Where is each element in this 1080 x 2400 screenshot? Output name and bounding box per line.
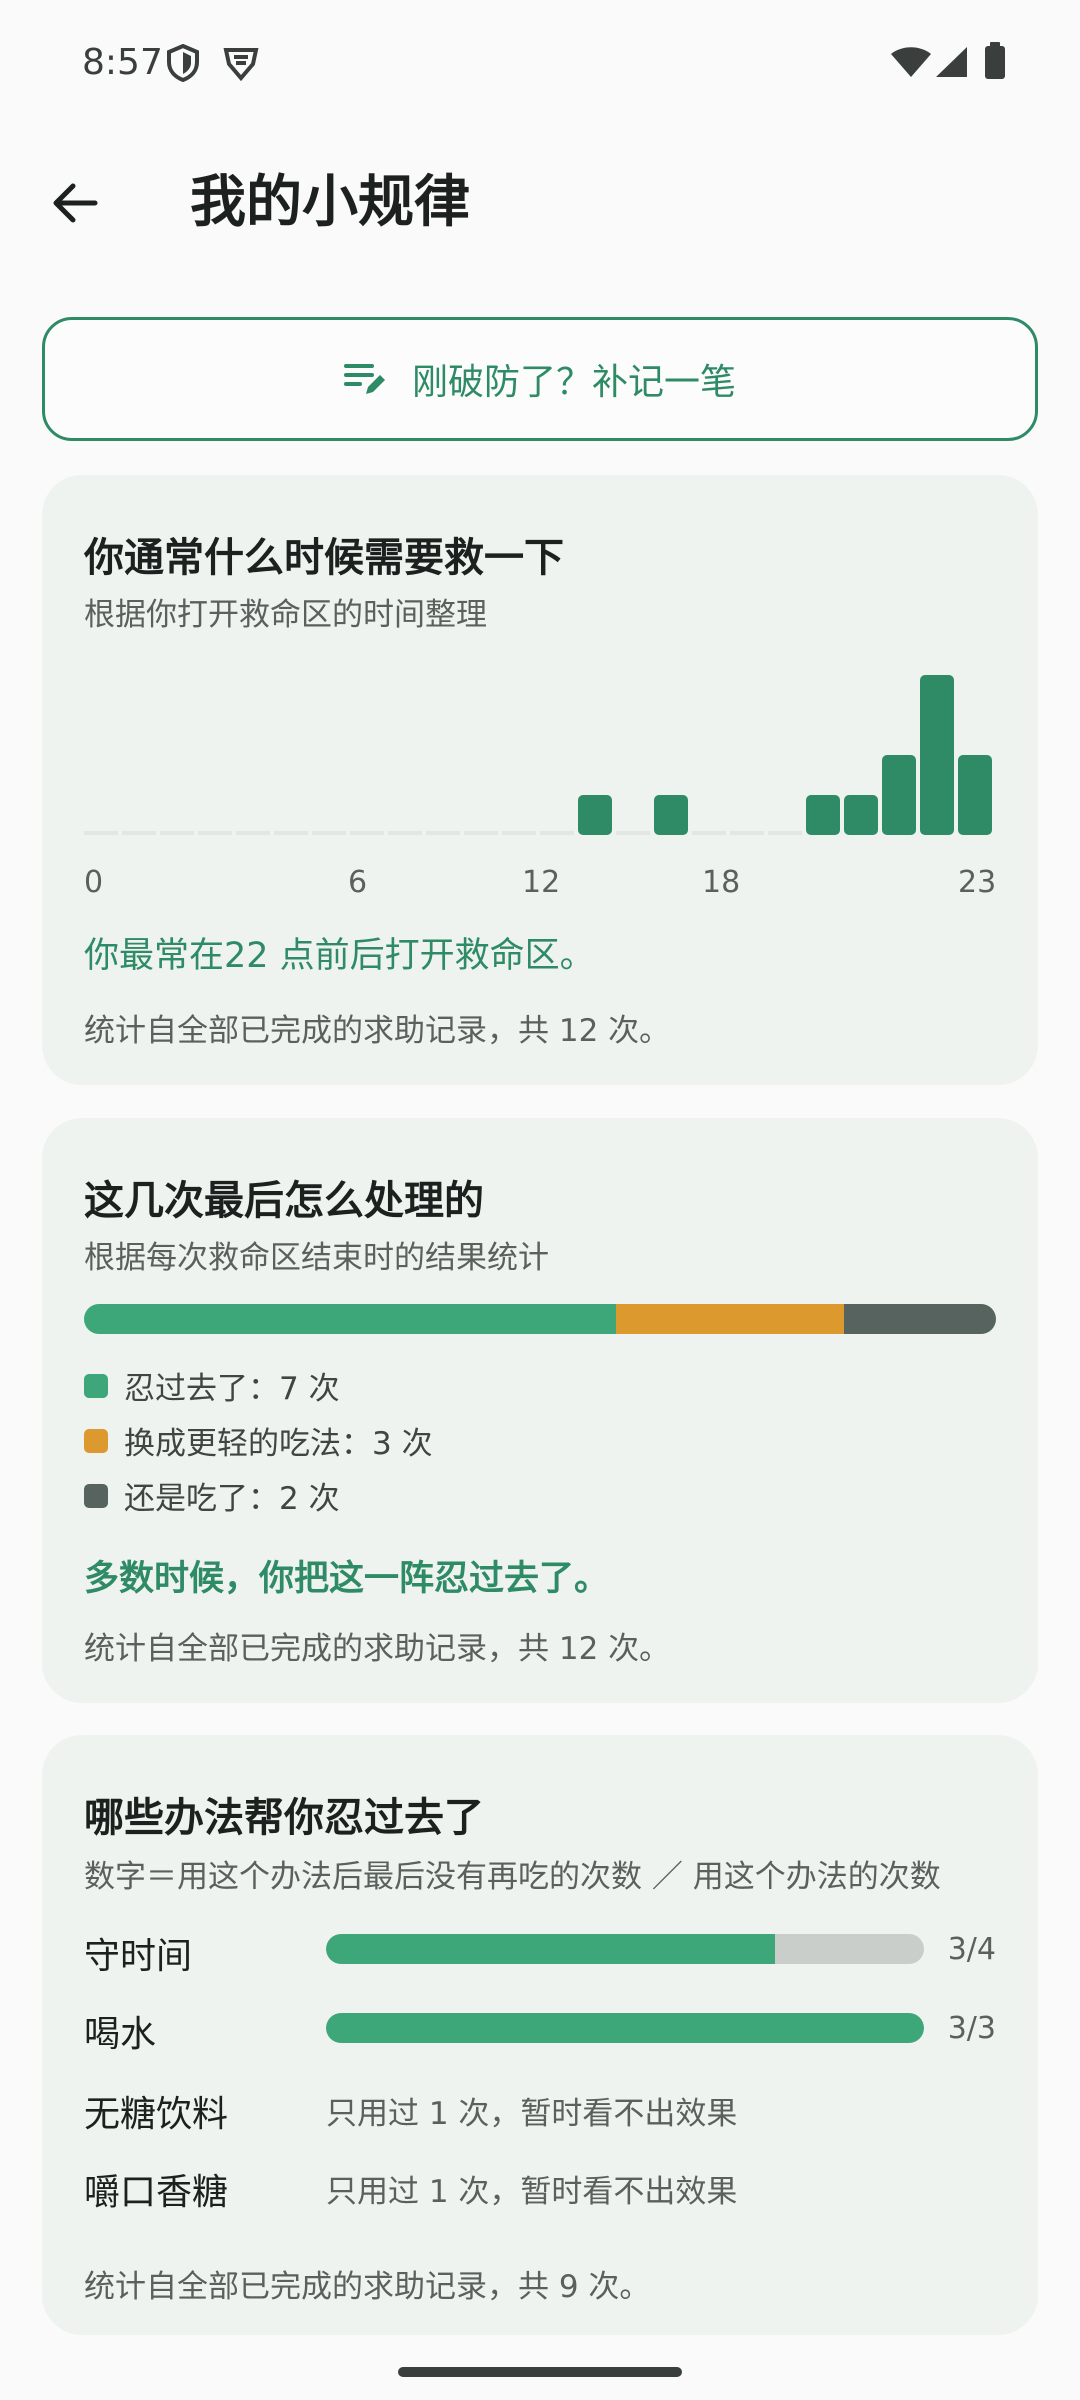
method-note: 只用过 1 次，暂时看不出效果 <box>326 2174 738 2210</box>
card-subtitle: 根据每次救命区结束时的结果统计 <box>84 1240 549 1276</box>
hour-bar-empty <box>84 831 118 835</box>
hourly-bar-chart <box>84 675 996 835</box>
legend-item-endured: 忍过去了：7 次 <box>84 1363 340 1408</box>
hour-bar-empty <box>350 831 384 835</box>
hour-bar-empty <box>122 831 156 835</box>
method-ratio: 3/3 <box>947 2011 996 2046</box>
legend-label: 还是吃了：2 次 <box>124 1481 340 1517</box>
hour-bar-empty <box>616 831 650 835</box>
method-success-bar <box>326 2013 924 2043</box>
hour-bar <box>806 795 840 835</box>
x-tick-label: 6 <box>348 865 368 900</box>
hour-bar-empty <box>730 831 764 835</box>
hour-bar-empty <box>312 831 346 835</box>
method-name: 无糖饮料 <box>84 2094 229 2135</box>
time-pattern-card: 你通常什么时候需要救一下 根据你打开救命区的时间整理 0 6 12 18 23 … <box>42 475 1038 1085</box>
hour-bar-empty <box>692 831 726 835</box>
method-ratio: 3/4 <box>947 1932 996 1967</box>
x-tick-label: 23 <box>958 865 997 900</box>
method-success-fill <box>326 2013 924 2043</box>
card-footnote: 统计自全部已完成的求助记录，共 12 次。 <box>84 1631 671 1667</box>
card-title: 哪些办法帮你忍过去了 <box>84 1795 484 1841</box>
hour-bar <box>920 675 954 835</box>
hour-bar-empty <box>426 831 460 835</box>
hour-bar-empty <box>160 831 194 835</box>
hour-bar <box>882 755 916 835</box>
method-success-fill <box>326 1934 775 1964</box>
method-success-bar <box>326 1934 924 1964</box>
backfill-label: 刚破防了？补记一笔 <box>411 362 736 403</box>
x-tick-label: 18 <box>702 865 741 900</box>
shield-icon <box>166 43 200 86</box>
vpn-badge-icon <box>222 44 260 86</box>
wifi-icon <box>890 46 932 82</box>
method-name: 嚼口香糖 <box>84 2172 229 2213</box>
x-tick-label: 0 <box>84 865 104 900</box>
card-footnote: 统计自全部已完成的求助记录，共 12 次。 <box>84 1013 671 1049</box>
screen: 8:57 我的小规律 刚破防了？补记一笔 你通常什么时候需要救一下 根据你打开救… <box>0 0 1080 2400</box>
hourly-chart-svg <box>84 675 992 835</box>
legend-swatch <box>84 1483 108 1508</box>
legend-label: 忍过去了：7 次 <box>124 1371 340 1407</box>
arrow-back-icon <box>53 183 98 223</box>
methods-card: 哪些办法帮你忍过去了 数字＝用这个办法后最后没有再吃的次数 ／ 用这个办法的次数… <box>42 1735 1038 2335</box>
hour-bar <box>578 795 612 835</box>
hour-bar-empty <box>198 831 232 835</box>
hour-bar-empty <box>236 831 270 835</box>
segment-lighter-eating <box>616 1304 844 1334</box>
hour-bar-empty <box>388 831 422 835</box>
x-tick-label: 12 <box>522 865 561 900</box>
backfill-record-button[interactable]: 刚破防了？补记一笔 <box>42 317 1038 441</box>
status-bar: 8:57 <box>0 0 1080 120</box>
app-bar: 我的小规律 <box>0 140 1080 270</box>
method-name: 守时间 <box>84 1936 193 1977</box>
outcome-insight: 多数时候，你把这一阵忍过去了。 <box>84 1559 610 1599</box>
hour-bar-empty <box>540 831 574 835</box>
hour-bar-empty <box>768 831 802 835</box>
page-title: 我的小规律 <box>190 170 470 235</box>
hour-bar <box>654 795 688 835</box>
card-subtitle: 根据你打开救命区的时间整理 <box>84 597 487 633</box>
status-time: 8:57 <box>82 42 163 83</box>
card-footnote: 统计自全部已完成的求助记录，共 9 次。 <box>84 2269 651 2305</box>
edit-note-icon <box>343 364 385 394</box>
outcome-card: 这几次最后怎么处理的 根据每次救命区结束时的结果统计 忍过去了：7 次 换成更轻… <box>42 1118 1038 1703</box>
signal-icon <box>934 46 968 82</box>
legend-label: 换成更轻的吃法：3 次 <box>124 1426 433 1462</box>
back-button[interactable] <box>40 168 110 238</box>
legend-swatch <box>84 1373 108 1398</box>
card-title: 这几次最后怎么处理的 <box>84 1178 484 1224</box>
time-insight: 你最常在22 点前后打开救命区。 <box>84 936 595 976</box>
card-title: 你通常什么时候需要救一下 <box>84 535 564 581</box>
legend-swatch <box>84 1428 108 1453</box>
card-subtitle: 数字＝用这个办法后最后没有再吃的次数 ／ 用这个办法的次数 <box>84 1859 941 1895</box>
hour-bar <box>844 795 878 835</box>
gesture-navigation-bar[interactable] <box>398 2367 682 2377</box>
hour-bar-empty <box>502 831 536 835</box>
hour-bar <box>958 755 992 835</box>
outcome-stacked-bar <box>84 1304 996 1334</box>
battery-icon <box>984 42 1006 84</box>
segment-ate <box>844 1304 996 1334</box>
hour-bar-empty <box>464 831 498 835</box>
legend-item-lighter: 换成更轻的吃法：3 次 <box>84 1418 433 1463</box>
method-name: 喝水 <box>84 2014 157 2055</box>
method-note: 只用过 1 次，暂时看不出效果 <box>326 2096 738 2132</box>
segment-endured <box>84 1304 616 1334</box>
legend-item-ate: 还是吃了：2 次 <box>84 1473 340 1518</box>
hour-bar-empty <box>274 831 308 835</box>
